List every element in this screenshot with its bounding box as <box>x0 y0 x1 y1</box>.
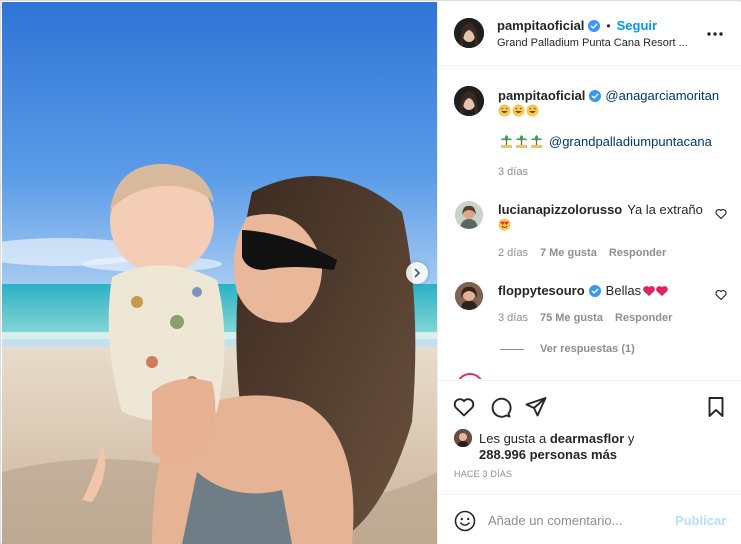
follow-button[interactable]: Seguir <box>617 18 657 33</box>
view-replies-label: Ver respuestas (1) <box>540 343 635 355</box>
comment-meta: 3 días 75 Me gusta Responder <box>498 312 672 324</box>
grinning-face-icon <box>512 104 525 117</box>
comment-line: lucianapizzolorusso Ya la extraño <box>498 202 703 217</box>
comments-list[interactable]: pampitaoficial @anagarciamoritan @grandp… <box>438 67 741 379</box>
palm-island-icon <box>500 135 513 148</box>
publish-button[interactable]: Publicar <box>675 513 726 528</box>
replies-divider <box>500 348 524 350</box>
post-timestamp[interactable]: HACE 3 DÍAS <box>454 469 512 479</box>
verified-badge-icon <box>589 89 602 102</box>
comment-time[interactable]: 2 días <box>498 247 528 259</box>
grinning-face-icon <box>498 104 511 117</box>
comment-avatar[interactable] <box>455 201 483 229</box>
liker-username[interactable]: dearmasflor <box>550 431 624 446</box>
reply-button[interactable]: Responder <box>609 247 666 259</box>
caption-line: pampitaoficial @anagarciamoritan <box>498 88 719 103</box>
comment-text: Bellas <box>605 283 642 298</box>
like-comment-heart-icon[interactable] <box>715 289 727 301</box>
comment-meta: 2 días 7 Me gusta Responder <box>498 247 666 259</box>
caption-emoji-row <box>498 104 539 117</box>
post-side-panel: pampitaoficial • Seguir Grand Palladium … <box>437 2 741 544</box>
next-comment-avatar[interactable] <box>456 373 484 379</box>
next-photo-button[interactable] <box>406 262 428 284</box>
comment-username[interactable]: lucianapizzolorusso <box>498 202 622 217</box>
bookmark-icon[interactable] <box>704 395 728 419</box>
comment-time[interactable]: 3 días <box>498 312 528 324</box>
caption-author-username[interactable]: pampitaoficial <box>498 88 585 103</box>
view-replies-button[interactable]: Ver respuestas (1) <box>500 343 635 355</box>
palm-island-icon <box>530 135 543 148</box>
location-link[interactable]: Grand Palladium Punta Cana Resort ... <box>497 37 697 49</box>
like-comment-heart-icon[interactable] <box>715 208 727 220</box>
comment-username[interactable]: floppytesouro <box>498 283 585 298</box>
post-dialog: pampitaoficial • Seguir Grand Palladium … <box>0 0 741 544</box>
heart-icon[interactable] <box>452 395 476 419</box>
more-options-icon[interactable] <box>704 24 726 44</box>
likes-count[interactable]: 288.996 personas más <box>479 447 617 462</box>
comment-input[interactable] <box>488 509 668 531</box>
grinning-face-icon <box>526 104 539 117</box>
chevron-right-icon <box>414 268 421 278</box>
comment-icon[interactable] <box>488 395 512 419</box>
comment-text: Ya la extraño <box>627 202 703 217</box>
likes-suffix: y <box>627 431 635 446</box>
author-avatar[interactable] <box>454 18 484 48</box>
red-hearts-icon <box>643 285 668 296</box>
palm-island-icon <box>515 135 528 148</box>
comment-likes[interactable]: 75 Me gusta <box>540 312 603 324</box>
liker-avatar[interactable] <box>454 429 472 447</box>
share-icon[interactable] <box>524 395 548 419</box>
post-photo[interactable] <box>2 2 437 544</box>
author-username[interactable]: pampitaoficial <box>497 18 584 33</box>
verified-badge-icon <box>588 284 601 297</box>
comment-likes[interactable]: 7 Me gusta <box>540 247 597 259</box>
caption-location-mention[interactable]: @grandpalladiumpuntacana <box>549 134 712 149</box>
likes-prefix: Les gusta a <box>479 431 547 446</box>
comment-line: floppytesouro Bellas <box>498 283 670 298</box>
comment-avatar[interactable] <box>455 282 483 310</box>
caption-line-2: @grandpalladiumpuntacana <box>500 134 712 149</box>
heart-eyes-face-icon <box>498 218 511 231</box>
caption-author-avatar[interactable] <box>454 86 484 116</box>
caption-time[interactable]: 3 días <box>498 166 528 178</box>
reply-button[interactable]: Responder <box>615 312 672 324</box>
caption-mention-link[interactable]: @anagarciamoritan <box>605 88 719 103</box>
comment-composer: Publicar <box>438 494 741 544</box>
separator-dot: • <box>606 18 611 33</box>
likes-summary: Les gusta a dearmasflor y <box>479 431 634 446</box>
smiley-icon[interactable] <box>454 510 476 532</box>
verified-badge-icon <box>588 19 601 32</box>
post-header: pampitaoficial • Seguir Grand Palladium … <box>438 2 741 66</box>
